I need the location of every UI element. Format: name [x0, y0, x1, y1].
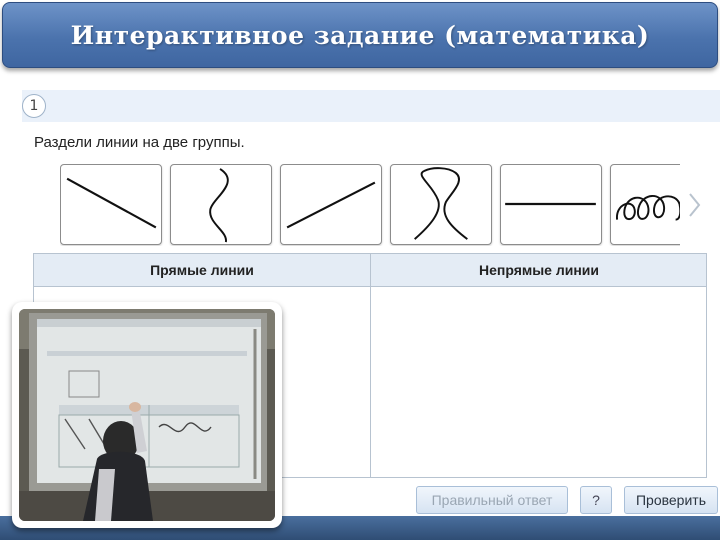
drop-zone-curved[interactable] — [371, 288, 707, 477]
line-cards-carousel — [60, 164, 680, 246]
column-header-straight: Прямые линии — [150, 262, 254, 278]
loop-curve-icon — [414, 167, 468, 240]
straight-rising-line-icon — [286, 181, 376, 229]
spiral-loops-icon — [616, 194, 680, 221]
slide-title: Интерактивное задание (математика) — [70, 20, 650, 50]
straight-diagonal-line-icon — [66, 177, 157, 229]
check-button[interactable]: Проверить — [624, 486, 718, 514]
task-instruction: Раздели линии на две группы. — [34, 134, 245, 151]
help-button[interactable]: ? — [580, 486, 612, 514]
task-number-badge: 1 — [22, 94, 46, 118]
line-card-loop[interactable] — [390, 164, 492, 245]
classroom-photo-image — [19, 309, 275, 521]
wavy-s-curve-icon — [209, 168, 229, 243]
line-card-straight-diagonal[interactable] — [60, 164, 162, 245]
line-card-straight-rising[interactable] — [280, 164, 382, 245]
title-banner: Интерактивное задание (математика) — [2, 2, 718, 68]
classroom-photo — [12, 302, 282, 528]
line-card-straight-horizontal[interactable] — [500, 164, 602, 245]
show-answer-button[interactable]: Правильный ответ — [416, 486, 568, 514]
chevron-right-icon[interactable] — [684, 190, 704, 220]
line-card-wavy[interactable] — [170, 164, 272, 245]
slide: Интерактивное задание (математика) 1 Раз… — [0, 0, 720, 540]
task-header: 1 — [22, 90, 720, 122]
straight-horizontal-line-icon — [505, 202, 596, 206]
line-card-spiral[interactable] — [610, 164, 680, 245]
column-header-curved: Непрямые линии — [478, 262, 600, 278]
